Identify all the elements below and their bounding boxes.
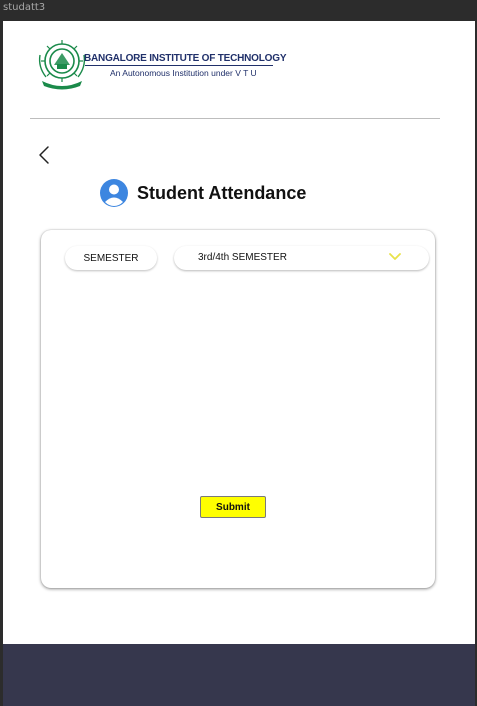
submit-button[interactable]: Submit xyxy=(200,496,266,518)
user-avatar-icon xyxy=(100,179,128,207)
chevron-down-icon xyxy=(389,253,401,260)
semester-selected-value: 3rd/4th SEMESTER xyxy=(198,252,287,263)
frame-label: studatt3 xyxy=(3,2,46,13)
institution-name-underline xyxy=(85,65,273,66)
institution-name: BANGALORE INSTITUTE OF TECHNOLOGY xyxy=(84,53,287,64)
semester-dropdown[interactable]: 3rd/4th SEMESTER xyxy=(174,246,429,270)
bottom-bar xyxy=(3,644,475,706)
page-title: Student Attendance xyxy=(137,183,307,203)
header-divider xyxy=(30,118,440,119)
back-button[interactable] xyxy=(37,145,53,165)
attendance-form-card: SEMESTER 3rd/4th SEMESTER Submit xyxy=(41,230,435,588)
institution-tagline: An Autonomous Institution under V T U xyxy=(110,68,257,78)
institute-logo-icon xyxy=(38,40,86,90)
chevron-left-icon xyxy=(39,146,49,164)
app-screen: BANGALORE INSTITUTE OF TECHNOLOGY An Aut… xyxy=(3,21,475,706)
semester-label: SEMESTER xyxy=(65,246,157,270)
